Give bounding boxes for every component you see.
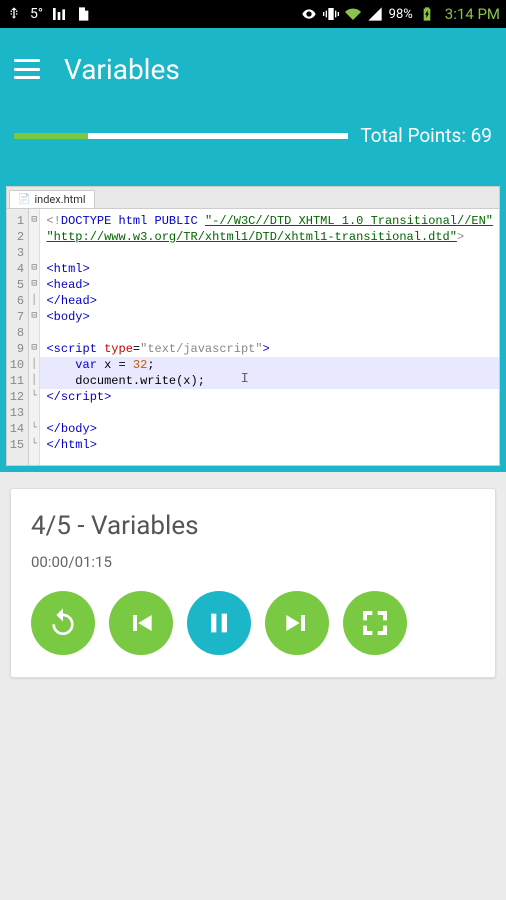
chart-icon <box>51 6 67 22</box>
code-editor-frame: index.html 123456789101112131415 ⊟⊟⊟│⊟⊟│… <box>6 186 500 466</box>
skip-previous-icon <box>125 607 157 639</box>
progress-bar <box>14 133 348 139</box>
player-card: 4/5 - Variables 00:00/01:15 <box>10 488 496 678</box>
clock-label: 3:14 PM <box>445 5 500 23</box>
lesson-title: 4/5 - Variables <box>31 511 475 541</box>
status-right: 98% 3:14 PM <box>301 5 500 23</box>
fullscreen-button[interactable] <box>343 591 407 655</box>
eye-icon <box>301 6 317 22</box>
replay-icon <box>47 607 79 639</box>
vibrate-icon <box>323 6 339 22</box>
battery-icon <box>419 6 435 22</box>
next-button[interactable] <box>265 591 329 655</box>
wifi-icon <box>345 6 361 22</box>
tab-strip: index.html <box>7 187 499 209</box>
video-area[interactable]: index.html 123456789101112131415 ⊟⊟⊟│⊟⊟│… <box>0 180 506 472</box>
status-left: 5° <box>6 6 91 22</box>
document-icon <box>75 6 91 22</box>
code-body: 123456789101112131415 ⊟⊟⊟│⊟⊟││└└└ <!DOCT… <box>7 209 499 465</box>
status-bar: 5° 98% 3:14 PM <box>0 0 506 28</box>
temp-label: 5° <box>30 6 43 22</box>
skip-next-icon <box>281 607 313 639</box>
fold-column: ⊟⊟⊟│⊟⊟││└└└ <box>29 209 40 465</box>
progress-fill <box>14 133 88 139</box>
signal-icon <box>367 6 383 22</box>
code-lines: <!DOCTYPE html PUBLIC "-//W3C//DTD XHTML… <box>40 209 499 465</box>
pause-icon <box>203 607 235 639</box>
battery-label: 98% <box>389 7 413 22</box>
time-current: 00:00 <box>31 553 68 571</box>
previous-button[interactable] <box>109 591 173 655</box>
usb-icon <box>6 6 22 22</box>
pause-button[interactable] <box>187 591 251 655</box>
fullscreen-icon <box>359 607 391 639</box>
replay-button[interactable] <box>31 591 95 655</box>
app-header: Variables Total Points: 69 <box>0 28 506 180</box>
total-points-label: Total Points: 69 <box>360 124 492 147</box>
page-title: Variables <box>64 53 180 86</box>
time-display: 00:00/01:15 <box>31 553 475 571</box>
file-tab: index.html <box>9 190 95 208</box>
menu-button[interactable] <box>14 59 40 79</box>
time-total: 01:15 <box>75 553 112 571</box>
player-controls <box>31 591 475 655</box>
line-gutter: 123456789101112131415 <box>7 209 29 465</box>
